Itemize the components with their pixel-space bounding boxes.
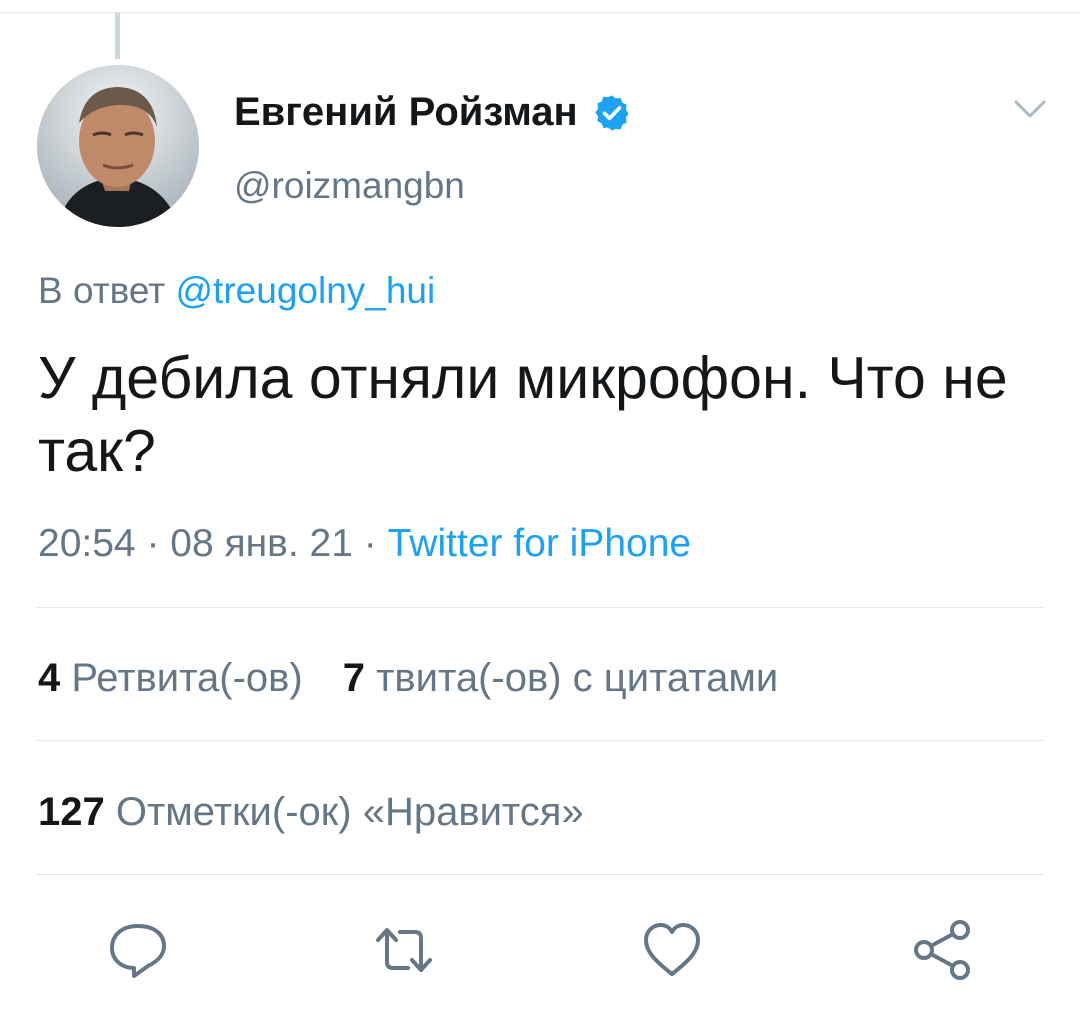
likes-stat[interactable]: 127 Отметки(-ок) «Нравится» [38, 790, 584, 835]
likes-count: 127 [38, 790, 105, 834]
author-name[interactable]: Евгений Ройзман [234, 90, 578, 135]
thread-connector-line [115, 13, 120, 59]
retweet-icon [376, 928, 432, 972]
meta-separator: · [352, 522, 388, 565]
retweet-button[interactable] [372, 918, 436, 982]
retweet-quote-stats: 4 Ретвита(-ов) 7 твита(-ов) с цитатами [38, 656, 778, 701]
share-button[interactable] [910, 918, 974, 982]
divider [36, 740, 1044, 741]
verified-badge-icon [595, 95, 629, 130]
like-button[interactable] [640, 918, 704, 982]
author-name-row[interactable]: Евгений Ройзман [234, 90, 632, 135]
quotes-count: 7 [342, 656, 365, 700]
quotes-label: твита(-ов) с цитатами [376, 656, 779, 700]
meta-separator: · [135, 522, 171, 565]
tweet-time: 20:54 [38, 522, 136, 565]
reply-icon [110, 924, 166, 978]
tweet-source-link[interactable]: Twitter for iPhone [388, 522, 691, 565]
top-divider [0, 12, 1080, 13]
avatar-image [37, 65, 199, 227]
chevron-down-icon[interactable] [1012, 96, 1048, 122]
tweet-date: 08 янв. 21 [170, 522, 353, 565]
heart-icon [644, 923, 700, 976]
reply-mention-link[interactable]: @treugolny_hui [176, 270, 436, 311]
quotes-stat[interactable]: 7 твита(-ов) с цитатами [343, 656, 779, 700]
author-handle[interactable]: @roizmangbn [234, 165, 465, 207]
likes-label: Отметки(-ок) «Нравится» [115, 790, 584, 834]
divider [36, 874, 1044, 875]
avatar[interactable] [37, 65, 199, 227]
retweets-stat[interactable]: 4 Ретвита(-ов) [38, 656, 303, 700]
share-icon [914, 920, 970, 980]
retweets-label: Ретвита(-ов) [71, 656, 303, 700]
retweets-count: 4 [38, 656, 61, 700]
reply-context: В ответ @treugolny_hui [38, 270, 435, 312]
tweet-meta: 20:54 · 08 янв. 21 · Twitter for iPhone [38, 522, 691, 566]
tweet-text: У дебила отняли микрофон. Что не так? [38, 345, 1008, 484]
reply-prefix: В ответ [38, 270, 166, 311]
reply-button[interactable] [106, 918, 170, 982]
divider [36, 607, 1044, 608]
